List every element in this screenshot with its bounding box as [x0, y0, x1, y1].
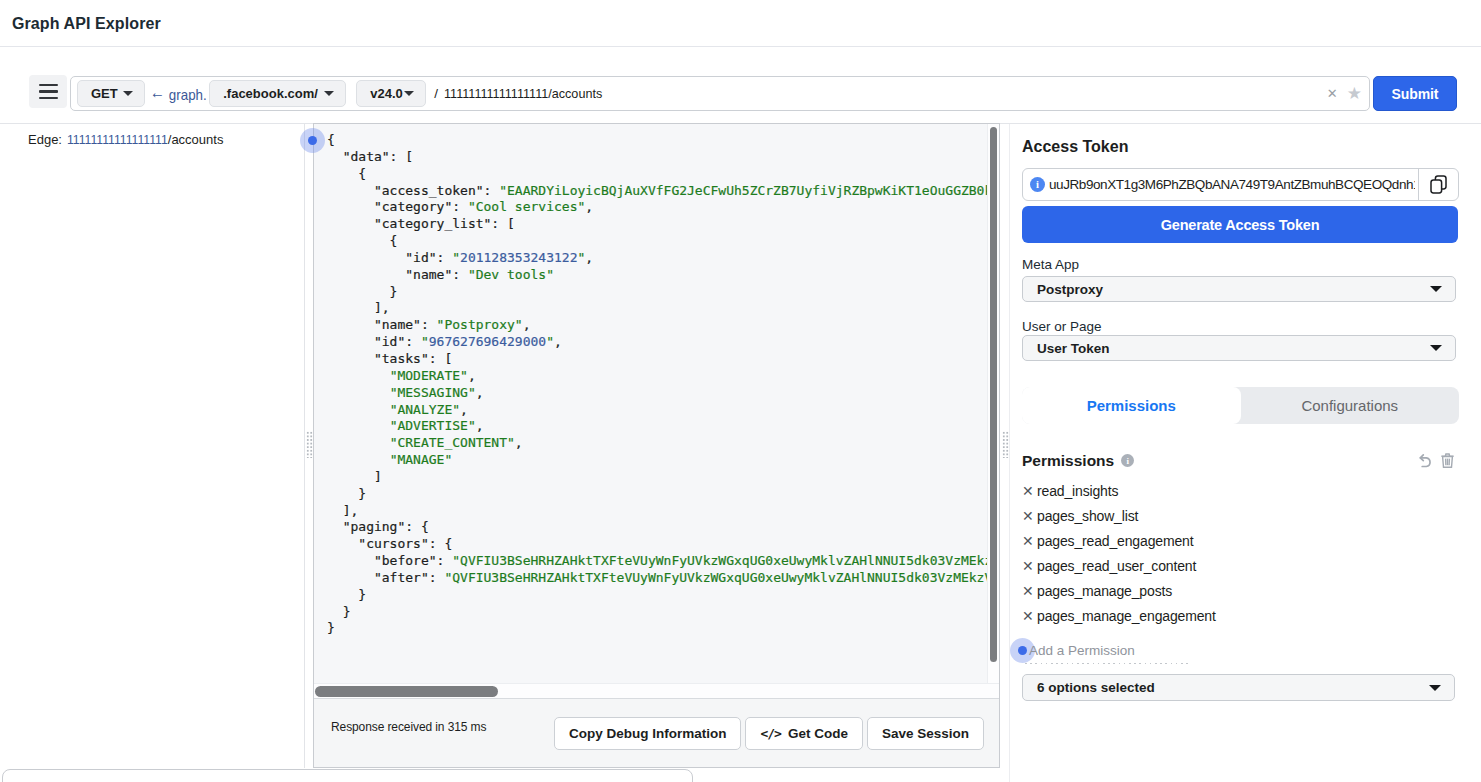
page-title: Graph API Explorer: [12, 15, 161, 33]
bottom-overlay-box: [2, 769, 693, 782]
api-version-value: v24.0: [370, 86, 403, 101]
get-code-button[interactable]: </> Get Code: [745, 717, 863, 750]
horizontal-scrollbar-thumb[interactable]: [315, 686, 498, 697]
hamburger-icon-bar: [39, 84, 58, 86]
code-icon: </>: [760, 726, 780, 741]
vertical-scrollbar: [987, 124, 999, 683]
options-selected-dropdown[interactable]: 6 options selected: [1022, 674, 1455, 701]
chevron-down-icon: [404, 91, 414, 96]
left-resize-handle[interactable]: [306, 431, 313, 458]
access-token-input[interactable]: [1049, 177, 1415, 192]
generate-access-token-button[interactable]: Generate Access Token: [1022, 206, 1458, 243]
graph-back-link[interactable]: ← graph.: [150, 84, 207, 103]
menu-button[interactable]: [29, 75, 67, 108]
edge-label: Edge:: [28, 132, 62, 147]
permission-name: pages_manage_posts: [1037, 583, 1172, 599]
remove-permission-icon[interactable]: ✕: [1022, 584, 1037, 598]
permission-item: ✕pages_show_list: [1022, 503, 1216, 528]
chevron-down-icon: [1430, 345, 1442, 351]
permission-item: ✕read_insights: [1022, 478, 1216, 503]
trash-icon[interactable]: [1441, 453, 1454, 468]
button-label: Get Code: [788, 726, 848, 741]
right-resize-handle[interactable]: [1002, 431, 1009, 458]
submit-button[interactable]: Submit: [1373, 76, 1457, 111]
host-value: .facebook.com/: [223, 86, 318, 101]
edge-node-link[interactable]: 11111111111111111: [67, 132, 168, 147]
user-or-page-select[interactable]: User Token: [1022, 335, 1456, 361]
permission-name: pages_manage_engagement: [1037, 608, 1216, 624]
chevron-down-icon: [324, 91, 334, 96]
info-icon[interactable]: i: [1121, 454, 1134, 467]
copy-icon: [1430, 175, 1447, 194]
http-method-dropdown[interactable]: GET: [77, 80, 145, 107]
chevron-down-icon: [123, 91, 133, 96]
request-url-bar: GET ← graph. .facebook.com/ v24.0 / 1111…: [70, 76, 1370, 111]
edge-breadcrumb: Edge: 11111111111111111/accounts: [28, 132, 223, 147]
permission-name: read_insights: [1037, 483, 1118, 499]
user-or-page-value: User Token: [1037, 341, 1110, 356]
meta-app-select[interactable]: Postproxy: [1022, 276, 1456, 302]
meta-app-value: Postproxy: [1037, 282, 1103, 297]
request-path-input[interactable]: 11111111111111111/accounts: [444, 86, 1300, 101]
click-marker-json: [300, 128, 325, 153]
host-dropdown[interactable]: .facebook.com/: [209, 80, 346, 107]
hamburger-icon-bar: [39, 90, 58, 92]
options-selected-value: 6 options selected: [1037, 680, 1155, 695]
json-code: { "data": [ { "access_token": "EAARDYiLo…: [327, 132, 999, 637]
permission-name: pages_read_user_content: [1037, 558, 1196, 574]
response-time-status: Response received in 315 ms: [331, 720, 486, 734]
json-response[interactable]: { "data": [ { "access_token": "EAARDYiLo…: [314, 124, 999, 683]
add-permission-input[interactable]: Add a Permission: [1029, 643, 1135, 658]
response-viewer: { "data": [ { "access_token": "EAARDYiLo…: [313, 123, 1000, 768]
button-label: Save Session: [882, 726, 969, 741]
remove-permission-icon[interactable]: ✕: [1022, 484, 1037, 498]
add-permission-underline: [1025, 663, 1189, 665]
permissions-actions: [1418, 453, 1454, 468]
info-icon[interactable]: i: [1030, 177, 1045, 192]
api-version-dropdown[interactable]: v24.0: [356, 80, 426, 107]
permission-item: ✕pages_read_user_content: [1022, 553, 1216, 578]
path-slash: /: [434, 86, 438, 101]
hamburger-icon-bar: [39, 97, 58, 99]
header-divider: [0, 46, 1481, 47]
permission-item: ✕pages_read_engagement: [1022, 528, 1216, 553]
clear-icon[interactable]: ✕: [1327, 86, 1338, 101]
right-panel-divider: [1009, 124, 1010, 782]
save-session-button[interactable]: Save Session: [867, 717, 984, 750]
chevron-down-icon: [1429, 685, 1441, 691]
http-method-value: GET: [91, 86, 118, 101]
star-icon[interactable]: ★: [1347, 85, 1362, 102]
permission-name: pages_show_list: [1037, 508, 1138, 524]
edge-suffix: /accounts: [168, 132, 224, 147]
tab-permissions[interactable]: Permissions: [1022, 387, 1241, 424]
access-token-field-group: i: [1022, 168, 1459, 201]
permission-item: ✕pages_manage_posts: [1022, 578, 1216, 603]
tab-configurations[interactable]: Configurations: [1241, 387, 1460, 424]
copy-debug-information-button[interactable]: Copy Debug Information: [554, 717, 742, 750]
button-label: Copy Debug Information: [569, 726, 727, 741]
remove-permission-icon[interactable]: ✕: [1022, 559, 1037, 573]
user-or-page-label: User or Page: [1022, 319, 1102, 334]
token-tabs: PermissionsConfigurations: [1022, 387, 1459, 424]
permissions-list: ✕read_insights✕pages_show_list✕pages_rea…: [1022, 478, 1216, 628]
left-arrow-icon: ←: [150, 83, 165, 102]
permission-name: pages_read_engagement: [1037, 533, 1193, 549]
vertical-scrollbar-thumb[interactable]: [990, 127, 997, 662]
response-footer-buttons: Copy Debug Information </> Get Code Save Se…: [554, 717, 984, 750]
chevron-down-icon: [1430, 286, 1442, 292]
meta-app-label: Meta App: [1022, 257, 1079, 272]
remove-permission-icon[interactable]: ✕: [1022, 609, 1037, 623]
response-footer: Response received in 315 ms Copy Debug I…: [314, 698, 999, 767]
horizontal-scrollbar: [314, 683, 999, 698]
permission-item: ✕pages_manage_engagement: [1022, 603, 1216, 628]
permissions-heading: Permissions: [1022, 452, 1114, 470]
copy-token-button[interactable]: [1418, 168, 1458, 201]
access-token-heading: Access Token: [1022, 138, 1128, 156]
remove-permission-icon[interactable]: ✕: [1022, 534, 1037, 548]
undo-icon[interactable]: [1418, 453, 1433, 468]
remove-permission-icon[interactable]: ✕: [1022, 509, 1037, 523]
permissions-header-row: Permissions i: [1022, 452, 1454, 469]
